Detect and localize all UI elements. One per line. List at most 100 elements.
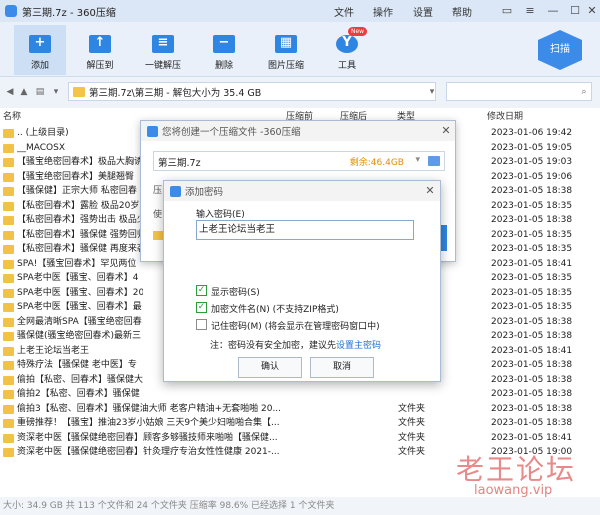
item-name: SPA老中医【骚宝、回春术】4 bbox=[17, 273, 139, 283]
skin-icon[interactable]: ▭ bbox=[497, 2, 517, 20]
back-icon[interactable]: ◀ bbox=[4, 86, 16, 98]
item-name: 偷拍【私密、回春术】骚保健大 bbox=[17, 374, 143, 385]
item-date: 2023-01-05 18:38 bbox=[491, 389, 573, 399]
folder-icon bbox=[3, 317, 14, 327]
item-date: 2023-01-05 18:35 bbox=[491, 287, 573, 298]
list-item[interactable]: 偷拍3【私密、回春术】骚保健油大师 老客户精油+无套啪啪 20... 文件夹 202… bbox=[0, 402, 600, 417]
new-badge: New bbox=[348, 27, 368, 36]
view-icon[interactable]: ▤ bbox=[34, 86, 46, 98]
item-name: 偷拍2【私密、回春术】骚保健 bbox=[17, 389, 140, 399]
folder-icon bbox=[3, 361, 14, 370]
minimize-icon[interactable]: — bbox=[543, 2, 563, 20]
remember-password-checkbox[interactable] bbox=[196, 319, 207, 330]
add-button[interactable]: + 添加 bbox=[14, 25, 66, 75]
password-input-label: 输入密码(E) bbox=[196, 210, 245, 220]
dropdown-icon[interactable]: ▾ bbox=[50, 86, 62, 98]
col-date[interactable]: 修改日期 bbox=[487, 108, 523, 126]
folder-icon bbox=[3, 375, 14, 385]
item-date: 2023-01-05 18:35 bbox=[491, 302, 573, 312]
password-dialog-close-icon[interactable]: ✕ bbox=[423, 184, 437, 198]
create-dialog-titlebar: 您将创建一个压缩文件 -360压缩 bbox=[141, 121, 455, 141]
browse-folder-icon[interactable] bbox=[428, 156, 440, 166]
item-name: 全网最清晰SPA【骚宝绝密回春 bbox=[17, 316, 142, 327]
folder-icon bbox=[3, 448, 14, 457]
delete-icon: − bbox=[218, 35, 230, 50]
folder-icon bbox=[3, 390, 14, 399]
item-type: 文件夹 bbox=[398, 447, 426, 457]
list-item[interactable]: 重磅推荐！【骚宝】推油23岁小姑娘 三天9个美少妇啪啪合集【... 文件夹 2023… bbox=[0, 416, 600, 431]
search-icon[interactable]: ⌕ bbox=[578, 86, 590, 98]
menu-settings[interactable]: 设置 bbox=[413, 0, 433, 22]
item-date: 2023-01-05 18:38 bbox=[491, 418, 573, 428]
cancel-button[interactable]: 取消 bbox=[310, 357, 374, 378]
toolbar: + 添加 ↑ 解压到 ≡ 一键解压 − 删除 ▦ 图片压缩 Y New 工具 bbox=[0, 22, 600, 77]
encrypt-filenames-checkbox[interactable]: ✓ bbox=[196, 302, 207, 313]
item-date: 2023-01-05 18:35 bbox=[491, 200, 573, 211]
folder-icon bbox=[3, 288, 14, 298]
watermark-text: 老王论坛 bbox=[456, 453, 577, 486]
create-dialog-side-label-2: 使 bbox=[153, 210, 163, 220]
show-password-checkbox[interactable]: ✓ bbox=[196, 285, 207, 296]
search-input[interactable] bbox=[446, 82, 592, 101]
item-name: SPA!【骚宝回春术】罕见两位 bbox=[17, 258, 137, 269]
item-date: 2023-01-05 18:35 bbox=[491, 229, 573, 240]
status-bar: 大小: 34.9 GB 共 113 个文件和 24 个文件夹 压缩率 98.6%… bbox=[0, 497, 600, 515]
menu-operate[interactable]: 操作 bbox=[373, 0, 393, 22]
item-date: 2023-01-05 18:38 bbox=[491, 374, 573, 385]
lock-icon bbox=[153, 231, 163, 240]
item-name: 重磅推荐！【骚宝】推油23岁小姑娘 三天9个美少妇啪啪合集【... bbox=[17, 418, 280, 428]
extract-to-button[interactable]: ↑ 解压到 bbox=[74, 25, 126, 75]
name-dropdown-icon[interactable]: ▾ bbox=[415, 155, 420, 165]
image-compress-button[interactable]: ▦ 图片压缩 bbox=[260, 25, 312, 75]
path-folder-icon bbox=[73, 86, 85, 97]
delete-label: 删除 bbox=[214, 61, 233, 71]
path-dropdown-icon[interactable]: ▾ bbox=[426, 86, 438, 98]
item-name: 偷拍3【私密、回春术】骚保健油大师 老客户精油+无套啪啪 20... bbox=[17, 403, 282, 414]
delete-button[interactable]: − 删除 bbox=[198, 25, 250, 75]
add-password-dialog: 添加密码 ✕ 输入密码(E) 上老王论坛当老王 ✓ 显示密码(S) ✓ 加密文件… bbox=[163, 180, 441, 382]
folder-icon bbox=[3, 216, 14, 225]
forward-icon[interactable]: ▲ bbox=[18, 86, 30, 98]
list-item[interactable]: 资深老中医【骚保健绝密回春】顾客多够骚技师来啪啪【骚保健... 文件夹 2023-0… bbox=[0, 431, 600, 446]
folder-icon bbox=[3, 172, 14, 182]
password-note-text: 注：密码没有安全加密，建议先 bbox=[210, 341, 337, 351]
app-logo-icon bbox=[5, 5, 17, 17]
menu-help[interactable]: 帮助 bbox=[452, 0, 472, 22]
archive-name-field[interactable]: 第三期.7z 剩余:46.4GB ▾ bbox=[153, 151, 445, 171]
item-date: 2023-01-05 18:41 bbox=[491, 432, 573, 443]
extract-to-label: 解压到 bbox=[86, 61, 114, 71]
folder-icon bbox=[3, 259, 14, 269]
item-name: 特殊疗法【骚保健 老中医】专 bbox=[17, 360, 137, 370]
item-name: 【骚宝绝密回春术】极品大胸诱 bbox=[17, 157, 143, 167]
add-label: 添加 bbox=[30, 61, 49, 71]
folder-icon bbox=[3, 433, 14, 443]
item-name: 【私密回春术】强势出击 极品少 bbox=[17, 215, 143, 225]
item-date: 2023-01-05 18:35 bbox=[491, 244, 573, 254]
item-name: 【骚保健】正宗大师 私密回春 bbox=[17, 186, 137, 196]
password-input[interactable]: 上老王论坛当老王 bbox=[196, 220, 414, 240]
list-item[interactable]: 偷拍2【私密、回春术】骚保健 2023-01-05 18:38 bbox=[0, 387, 600, 402]
folder-icon bbox=[3, 419, 14, 428]
one-click-extract-button[interactable]: ≡ 一键解压 bbox=[137, 25, 189, 75]
folder-icon bbox=[3, 404, 14, 414]
ok-button[interactable]: 确认 bbox=[238, 357, 302, 378]
password-dialog-titlebar: 添加密码 bbox=[164, 181, 440, 201]
item-name: SPA老中医【骚宝、回春术】最 bbox=[17, 302, 142, 312]
create-dialog-close-icon[interactable]: ✕ bbox=[439, 124, 453, 138]
col-name[interactable]: 名称 bbox=[3, 108, 21, 126]
item-date: 2023-01-05 18:35 bbox=[491, 273, 573, 283]
tools-button[interactable]: Y New 工具 bbox=[321, 25, 373, 75]
item-date: 2023-01-05 19:03 bbox=[491, 157, 573, 167]
set-master-password-link[interactable]: 设置主密码 bbox=[336, 341, 381, 351]
menu-icon[interactable]: ≡ bbox=[520, 2, 540, 20]
menu-file[interactable]: 文件 bbox=[334, 0, 354, 22]
folder-icon bbox=[3, 143, 14, 153]
close-icon[interactable]: ✕ bbox=[582, 2, 600, 20]
path-field[interactable]: 第三期.7z\第三期 - 解包大小为 35.4 GB bbox=[68, 82, 436, 101]
path-text: 第三期.7z\第三期 - 解包大小为 35.4 GB bbox=[89, 87, 262, 99]
one-click-extract-label: 一键解压 bbox=[144, 61, 181, 71]
item-name: 【私密回春术】骚保健 再度来袭 bbox=[17, 244, 143, 254]
tools-label: 工具 bbox=[337, 61, 356, 71]
password-dialog-title: 添加密码 bbox=[185, 187, 224, 198]
item-type: 文件夹 bbox=[398, 432, 426, 443]
